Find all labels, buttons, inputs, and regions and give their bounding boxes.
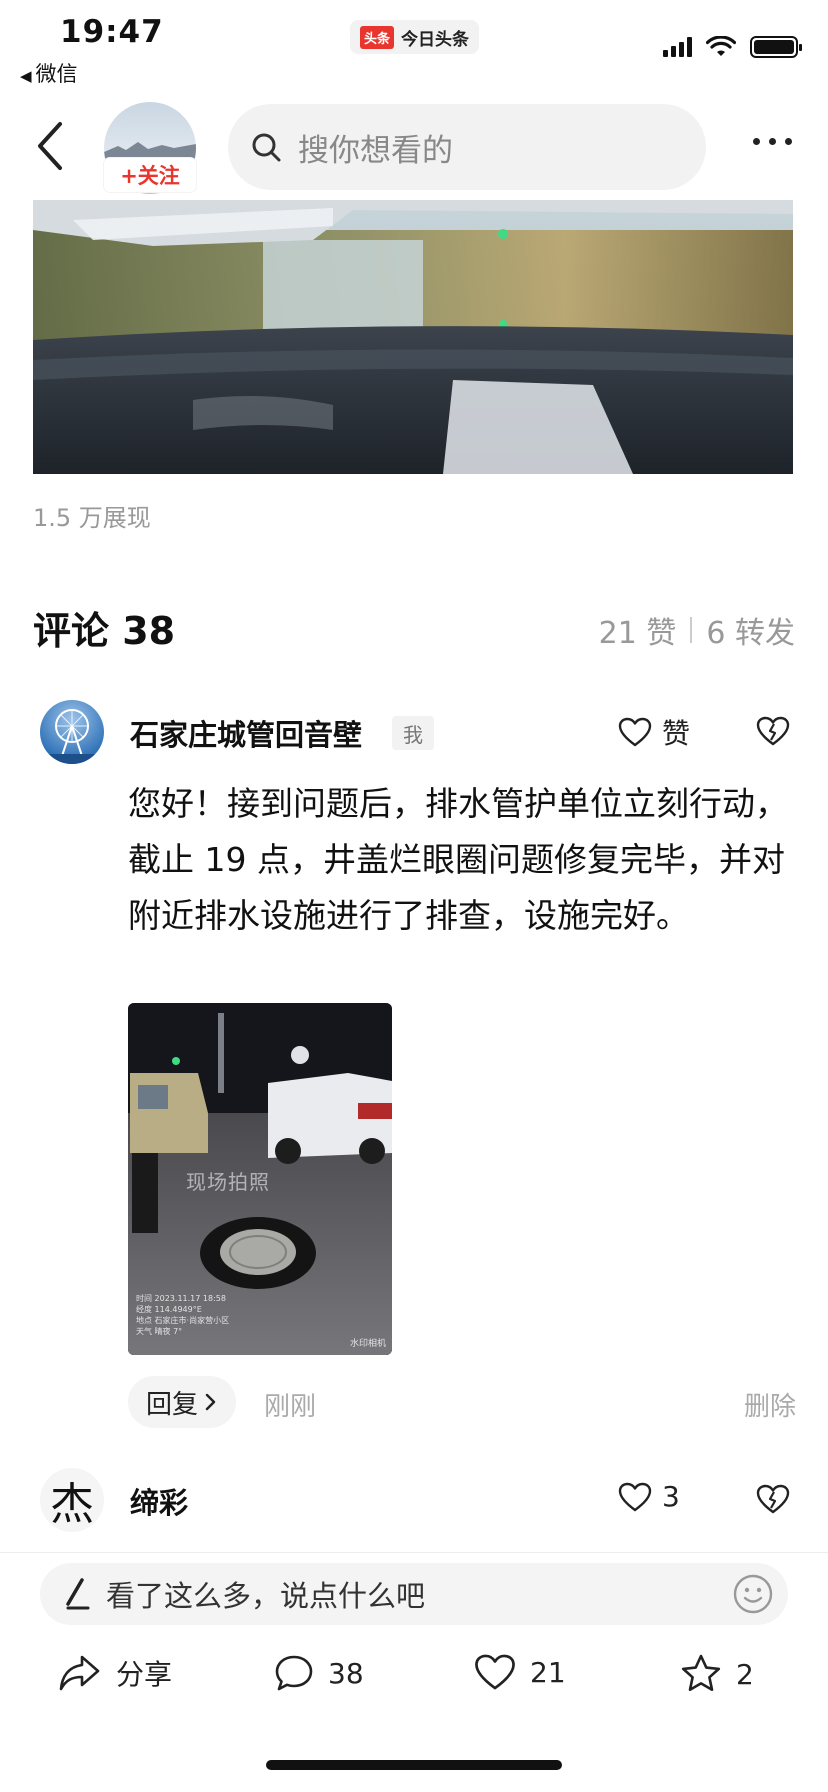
status-bar: 19:47 ◀ 微信 头条 今日头条 bbox=[0, 0, 828, 90]
post-stats: 21 赞 6 转发 bbox=[599, 608, 795, 652]
comment-input-placeholder: 看了这么多，说点什么吧 bbox=[106, 1579, 426, 1613]
cellular-signal-icon bbox=[663, 37, 692, 57]
share-label: 分享 bbox=[116, 1658, 173, 1691]
battery-icon bbox=[750, 36, 802, 58]
back-app-label: 微信 bbox=[35, 62, 78, 86]
back-triangle-icon: ◀ bbox=[20, 67, 32, 85]
stats-divider bbox=[690, 617, 693, 643]
comment-input[interactable]: 看了这么多，说点什么吧 bbox=[40, 1563, 788, 1625]
heart-icon bbox=[475, 1654, 515, 1690]
share-icon bbox=[59, 1655, 100, 1691]
comment-count: 38 bbox=[328, 1656, 364, 1690]
comments-header: 评论 38 21 赞 6 转发 bbox=[33, 600, 795, 653]
watermark-info-line: 地点 石家庄市·尚家营小区 bbox=[136, 1316, 230, 1325]
heart-icon bbox=[618, 1482, 652, 1511]
favorite-button[interactable]: 2 bbox=[680, 1653, 754, 1695]
commenter-name[interactable]: 石家庄城管回音壁 bbox=[130, 712, 362, 754]
emoji-icon[interactable] bbox=[732, 1573, 774, 1615]
delete-button[interactable]: 删除 bbox=[744, 1386, 796, 1423]
post-share-count[interactable]: 6 转发 bbox=[706, 608, 795, 652]
post-photo[interactable] bbox=[33, 200, 793, 474]
watermark-brand: 水印相机 bbox=[349, 1339, 386, 1349]
star-icon bbox=[681, 1654, 721, 1691]
chevron-right-icon bbox=[205, 1393, 216, 1411]
post-like-count: 21 赞 bbox=[598, 616, 677, 651]
reply-button[interactable]: 回复 bbox=[128, 1376, 237, 1428]
watermark-label: 现场拍照 bbox=[186, 1170, 270, 1194]
watermark-info-line: 时间 2023.11.17 18:58 bbox=[136, 1294, 226, 1303]
commenter-name[interactable]: 缔彩 bbox=[130, 1480, 188, 1522]
broken-heart-icon[interactable] bbox=[756, 716, 790, 746]
comment-count-button[interactable]: 38 bbox=[274, 1653, 364, 1693]
more-options-icon[interactable] bbox=[753, 138, 792, 145]
top-nav: +关注 搜你想看的 bbox=[0, 98, 828, 194]
share-button[interactable]: 分享 bbox=[58, 1653, 172, 1693]
watermark-info-line: 经度 114.4949°E bbox=[136, 1305, 202, 1314]
home-indicator[interactable] bbox=[266, 1760, 562, 1770]
status-icons bbox=[663, 36, 802, 58]
ferris-wheel-image bbox=[40, 709, 104, 764]
pen-icon bbox=[66, 1578, 90, 1610]
comments-title: 评论 38 bbox=[33, 609, 176, 653]
back-to-app-link[interactable]: ◀ 微信 bbox=[20, 58, 78, 88]
comment-like-label: 赞 bbox=[662, 717, 691, 750]
watermark-info: 时间 2023.11.17 18:58 经度 114.4949°E 地点 石家庄… bbox=[136, 1293, 229, 1337]
like-button[interactable]: 21 bbox=[474, 1653, 566, 1691]
wifi-icon bbox=[706, 36, 736, 56]
comment-text: 您好！接到问题后，排水管护单位立刻行动，截止 19 点，井盖烂眼圈问题修复完毕，… bbox=[128, 784, 788, 935]
comment-time: 刚刚 bbox=[264, 1392, 317, 1422]
search-input[interactable]: 搜你想看的 bbox=[228, 104, 706, 190]
watermark-info-line: 天气 晴夜 7° bbox=[136, 1327, 183, 1336]
heart-icon bbox=[618, 717, 652, 747]
commenter-avatar[interactable] bbox=[40, 700, 104, 764]
search-placeholder: 搜你想看的 bbox=[298, 132, 453, 169]
view-count: 1.5 万展现 bbox=[33, 504, 151, 532]
comment-like-button[interactable]: 3 bbox=[618, 1480, 680, 1513]
comment-like-count: 3 bbox=[662, 1480, 680, 1513]
back-chevron-icon[interactable] bbox=[32, 120, 68, 172]
windshield-photo bbox=[33, 200, 793, 474]
favorite-count: 2 bbox=[736, 1657, 754, 1691]
status-time: 19:47 bbox=[60, 14, 164, 50]
commenter-avatar[interactable]: 杰 bbox=[40, 1468, 104, 1532]
comment-bubble-icon bbox=[275, 1655, 313, 1691]
follow-button[interactable]: +关注 bbox=[104, 158, 196, 192]
broken-heart-icon[interactable] bbox=[756, 1484, 790, 1514]
search-icon bbox=[252, 133, 281, 162]
comment-image[interactable]: 现场拍照 时间 2023.11.17 18:58 经度 114.4949°E 地… bbox=[128, 1003, 392, 1355]
like-count: 21 bbox=[530, 1655, 566, 1689]
reply-label: 回复 bbox=[146, 1389, 199, 1420]
self-badge: 我 bbox=[392, 716, 434, 750]
comment-like-button[interactable]: 赞 bbox=[618, 712, 690, 752]
toutiao-logo: 头条 bbox=[360, 25, 395, 49]
app-indicator-label: 今日头条 bbox=[401, 29, 470, 50]
bottom-bar: 看了这么多，说点什么吧 分享 38 21 2 bbox=[0, 1552, 828, 1792]
app-indicator: 头条 今日头条 bbox=[350, 20, 480, 54]
comment-footer: 回复 刚刚 删除 bbox=[128, 1376, 796, 1428]
